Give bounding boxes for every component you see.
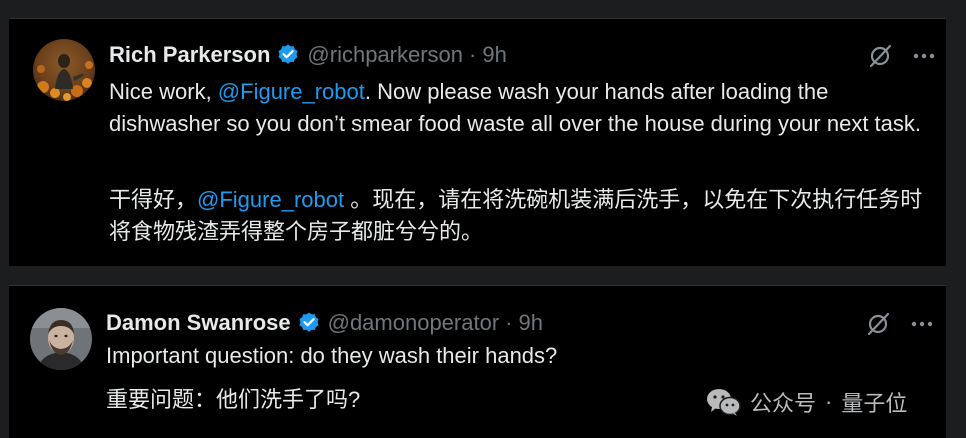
- mention-link[interactable]: @Figure_robot: [218, 79, 365, 104]
- tweet-translation: 重要问题：他们洗手了吗?: [106, 387, 361, 412]
- tweet-actions: [866, 311, 935, 337]
- timestamp[interactable]: 9h: [482, 42, 506, 68]
- watermark: 公众号 · 量子位: [706, 385, 907, 419]
- watermark-separator: ·: [825, 389, 833, 414]
- more-icon[interactable]: [909, 311, 935, 337]
- page: Rich Parkerson @richparkerson · 9h Nice …: [0, 0, 966, 438]
- verified-badge-icon: [297, 311, 321, 335]
- tweet-rich-parkerson[interactable]: Rich Parkerson @richparkerson · 9h Nice …: [9, 18, 946, 266]
- grok-icon[interactable]: [868, 43, 894, 69]
- handle[interactable]: @richparkerson: [307, 42, 463, 68]
- tweet-text: Nice work, @Figure_robot. Now please was…: [109, 76, 929, 140]
- tweet-translation: 干得好，@Figure_robot 。现在，请在将洗碗机装满后洗手，以免在下次执…: [109, 184, 929, 248]
- timestamp[interactable]: 9h: [518, 310, 542, 336]
- avatar[interactable]: [30, 308, 92, 370]
- grok-icon[interactable]: [866, 311, 892, 337]
- separator-dot: ·: [469, 42, 477, 67]
- verified-badge-icon: [276, 43, 300, 67]
- watermark-brand: 量子位: [841, 391, 908, 416]
- tweet-header: Damon Swanrose @damonoperator · 9h: [106, 307, 543, 339]
- tweet-text-part: 干得好，: [109, 187, 198, 212]
- separator-dot: ·: [505, 310, 513, 335]
- display-name[interactable]: Rich Parkerson: [109, 42, 270, 68]
- display-name[interactable]: Damon Swanrose: [106, 310, 291, 336]
- tweet-header: Rich Parkerson @richparkerson · 9h: [109, 39, 507, 71]
- tweet-text: Important question: do they wash their h…: [106, 343, 558, 368]
- more-icon[interactable]: [911, 43, 937, 69]
- tweet-text-part: Nice work,: [109, 79, 218, 104]
- avatar[interactable]: [33, 39, 95, 101]
- handle[interactable]: @damonoperator: [328, 310, 500, 336]
- watermark-name: 公众号: [750, 391, 817, 416]
- tweet-actions: [868, 43, 937, 69]
- wechat-icon: [706, 387, 742, 417]
- mention-link[interactable]: @Figure_robot: [197, 187, 344, 212]
